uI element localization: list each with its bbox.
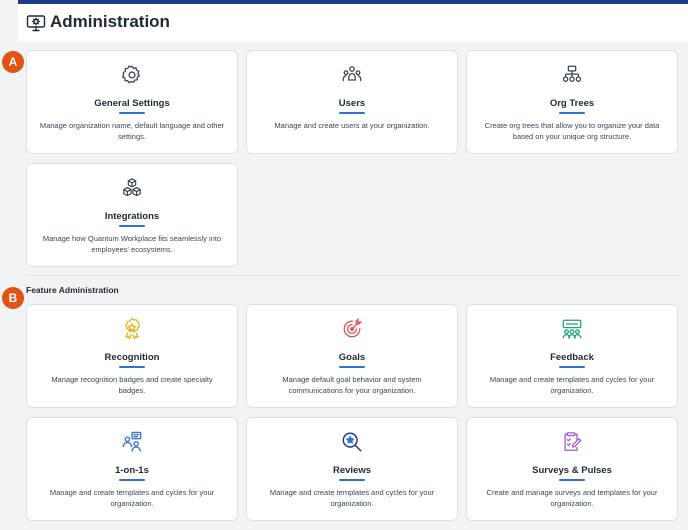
page-title: Administration	[50, 12, 170, 31]
card-title: Integrations	[104, 211, 160, 222]
general-settings-card[interactable]: General Settings Manage organization nam…	[26, 50, 238, 154]
section-divider	[26, 275, 680, 276]
integrations-card[interactable]: Integrations Manage how Quantum Workplac…	[26, 163, 238, 267]
title-underline	[119, 366, 145, 368]
one-on-one-icon	[122, 431, 142, 452]
card-description: Manage recognition badges and create spe…	[51, 375, 213, 395]
title-underline	[559, 366, 585, 368]
card-description: Manage and create users at your organiza…	[274, 121, 430, 130]
review-search-icon	[342, 432, 362, 452]
callout-badge-b: B	[2, 287, 24, 309]
card-title: Org Trees	[549, 98, 595, 109]
cubes-icon	[123, 178, 141, 197]
surveys-pulses-card[interactable]: Surveys & Pulses Create and manage surve…	[466, 417, 678, 521]
callout-badge-a: A	[2, 51, 24, 73]
title-underline	[559, 112, 585, 114]
reviews-card[interactable]: Reviews Manage and create templates and …	[246, 417, 458, 521]
card-title: Surveys & Pulses	[532, 465, 612, 476]
title-underline	[119, 479, 145, 481]
title-underline	[339, 112, 365, 114]
card-title: Feedback	[550, 352, 594, 363]
org-trees-card[interactable]: Org Trees Create org trees that allow yo…	[466, 50, 678, 154]
card-description: Create org trees that allow you to organ…	[484, 121, 660, 141]
title-underline	[559, 479, 585, 481]
recognition-card[interactable]: Recognition Manage recognition badges an…	[26, 304, 238, 408]
target-icon	[343, 318, 363, 338]
card-description: Manage how Quantum Workplace fits seamle…	[42, 234, 222, 254]
feedback-icon	[562, 319, 582, 339]
card-description: Manage and create templates and cycles f…	[49, 488, 215, 508]
users-group-icon	[342, 66, 362, 82]
card-description: Manage organization name, default langua…	[39, 121, 225, 141]
survey-clipboard-icon	[564, 432, 582, 451]
one-on-ones-card[interactable]: 1-on-1s Manage and create templates and …	[26, 417, 238, 521]
feature-admin-heading: Feature Administration	[26, 285, 119, 295]
award-badge-icon	[124, 318, 141, 340]
users-card[interactable]: Users Manage and create users at your or…	[246, 50, 458, 154]
org-tree-icon	[562, 65, 582, 82]
card-title: Recognition	[104, 352, 160, 363]
card-title: General Settings	[94, 98, 170, 109]
card-description: Manage and create templates and cycles f…	[269, 488, 435, 508]
title-underline	[339, 479, 365, 481]
card-description: Manage and create templates and cycles f…	[489, 375, 655, 395]
monitor-gear-icon	[26, 15, 46, 32]
card-title: Reviews	[332, 465, 372, 476]
goals-card[interactable]: Goals Manage default goal behavior and s…	[246, 304, 458, 408]
card-title: Goals	[338, 352, 366, 363]
gear-icon	[122, 65, 140, 84]
card-title: Users	[338, 98, 366, 109]
feedback-card[interactable]: Feedback Manage and create templates and…	[466, 304, 678, 408]
card-description: Create and manage surveys and templates …	[486, 488, 658, 508]
page-header: Administration	[18, 4, 688, 42]
card-description: Manage default goal behavior and system …	[282, 375, 422, 395]
title-underline	[339, 366, 365, 368]
title-underline	[119, 112, 145, 114]
title-underline	[119, 225, 145, 227]
card-title: 1-on-1s	[115, 465, 149, 476]
